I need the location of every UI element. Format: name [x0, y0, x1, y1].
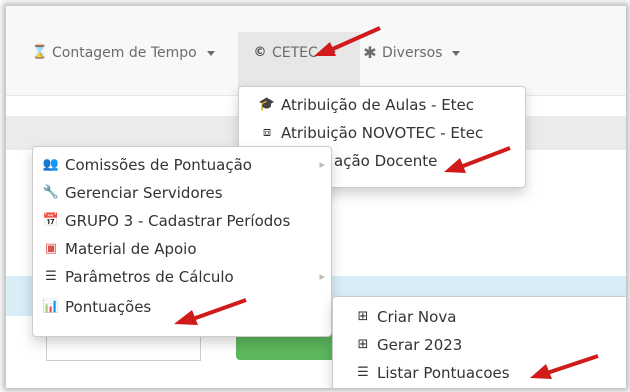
calendar-icon: 📅 — [42, 213, 60, 228]
annotation-arrow — [174, 298, 247, 325]
hourglass-icon: ⌛ — [31, 45, 49, 60]
menu-item-label: Comissões de Pontuação — [65, 156, 252, 174]
pdf-file-icon: ▣ — [44, 241, 58, 256]
plus-square-icon: ⊞ — [357, 337, 369, 352]
menu-item-grupo-3[interactable]: 📅 GRUPO 3 - Cadastrar Períodos — [33, 209, 331, 233]
menu-item-atribuicao-aulas[interactable]: 🎓 Atribuição de Aulas - Etec — [239, 93, 525, 117]
nav-label: Contagem de Tempo — [52, 45, 197, 61]
chalkboard-teacher-icon: ⧈ — [262, 125, 272, 140]
list-ol-icon: ☰ — [357, 365, 369, 380]
menu-item-label: Pontuações — [65, 298, 152, 316]
menu-item-gerenciar-servidores[interactable]: 🔧 Gerenciar Servidores — [33, 181, 331, 205]
chevron-down-icon — [206, 50, 215, 56]
menu-item-label: ação Docente — [334, 152, 438, 170]
nav-label: Diversos — [382, 45, 443, 61]
users-icon: 👥 — [42, 157, 60, 172]
chevron-right-icon: ▸ — [319, 270, 325, 283]
menu-item-label: Criar Nova — [377, 308, 457, 326]
menu-item-criar-nova[interactable]: ⊞ Criar Nova — [333, 305, 626, 329]
nav-contagem-de-tempo[interactable]: ⌛ Contagem de Tempo — [32, 32, 215, 95]
menu-item-label: GRUPO 3 - Cadastrar Períodos — [65, 212, 291, 230]
copyright-icon: © — [253, 45, 267, 60]
menu-item-label: Listar Pontuacoes — [377, 364, 510, 382]
menu-item-label: Atribuição NOVOTEC - Etec — [281, 124, 484, 142]
menu-item-atribuicao-novotec[interactable]: ⧈ Atribuição NOVOTEC - Etec — [239, 121, 525, 145]
menu-item-label: Gerar 2023 — [377, 336, 463, 354]
menu-item-label: Gerenciar Servidores — [65, 184, 223, 202]
annotation-arrow — [530, 354, 599, 379]
list-ol-icon: ☰ — [45, 269, 57, 284]
annotation-arrow — [314, 26, 381, 56]
plus-square-icon: ⊞ — [357, 309, 369, 324]
wrench-icon: 🔧 — [42, 185, 60, 200]
menu-item-label: Material de Apoio — [65, 240, 197, 258]
graduation-cap-icon: 🎓 — [258, 97, 276, 112]
annotation-arrow — [444, 146, 511, 173]
menu-item-parametros-de-calculo[interactable]: ☰ Parâmetros de Cálculo ▸ — [33, 265, 331, 289]
menu-item-material-de-apoio[interactable]: ▣ Material de Apoio — [33, 237, 331, 261]
bar-chart-icon: 📊 — [42, 299, 60, 314]
menu-item-label: Parâmetros de Cálculo — [65, 268, 234, 286]
chevron-right-icon: ▸ — [319, 158, 325, 171]
app-window: ⌛ Contagem de Tempo © CETEC ✱ Diversos 🎓… — [6, 6, 626, 388]
menu-item-label: Atribuição de Aulas - Etec — [281, 96, 475, 114]
menu-item-comissoes[interactable]: 👥 Comissões de Pontuação ▸ — [33, 153, 331, 177]
chevron-down-icon — [452, 50, 461, 56]
